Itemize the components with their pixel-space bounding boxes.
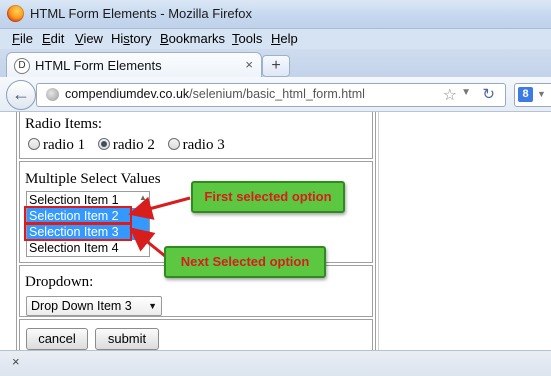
first-selected-callout: First selected option — [191, 181, 345, 213]
arrow-next — [129, 227, 166, 258]
status-bar: × — [0, 350, 551, 376]
close-icon[interactable]: × — [12, 354, 20, 369]
arrow-first — [128, 196, 191, 220]
next-selected-callout: Next Selected option — [164, 246, 326, 278]
